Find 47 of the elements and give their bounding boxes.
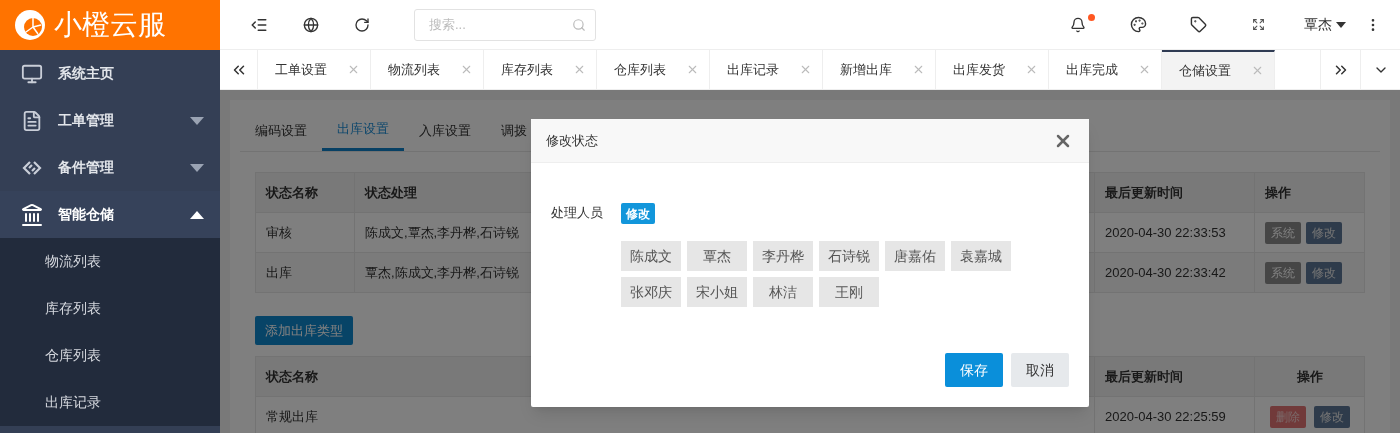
search-field[interactable]: 搜索... xyxy=(414,8,596,41)
palette-icon[interactable] xyxy=(1129,16,1147,33)
column-header: 最后更新时间 xyxy=(1094,172,1255,213)
user-menu[interactable]: 覃杰 xyxy=(1304,14,1346,35)
person-tag[interactable]: 陈成文 xyxy=(621,241,681,271)
caret-down-icon xyxy=(1336,21,1346,28)
person-tag[interactable]: 宋小姐 xyxy=(687,277,747,307)
submenu-item[interactable]: 库存列表 xyxy=(0,285,220,332)
person-tag[interactable]: 袁嘉城 xyxy=(951,241,1011,271)
settings-tab[interactable]: 编码设置 xyxy=(240,110,322,151)
submenu-item[interactable]: 物流列表 xyxy=(0,238,220,285)
sidebar-item[interactable]: 备件管理 xyxy=(0,144,220,191)
bell-icon[interactable] xyxy=(1070,16,1086,33)
person-tag[interactable]: 林洁 xyxy=(753,277,813,307)
submenu-item[interactable]: 仓库列表 xyxy=(0,332,220,379)
document-icon xyxy=(21,109,43,132)
sidebar-item[interactable]: 系统主页 xyxy=(0,50,220,97)
logo-icon xyxy=(14,9,46,41)
column-header: 最后更新时间 xyxy=(1094,356,1255,397)
bank-icon xyxy=(20,202,44,227)
sidebar-item[interactable]: 工单管理 xyxy=(0,97,220,144)
page-tab[interactable]: 仓储设置 xyxy=(1162,50,1275,89)
tag-icon[interactable] xyxy=(1189,16,1207,33)
table-cell: 2020-04-30 22:33:42 xyxy=(1094,252,1255,293)
logo-text: 小橙云服 xyxy=(54,11,166,39)
modal-title: 修改状态 xyxy=(546,131,598,150)
column-header: 操作 xyxy=(1254,172,1365,213)
person-tag[interactable]: 李丹桦 xyxy=(753,241,813,271)
table-cell: 2020-04-30 22:33:53 xyxy=(1094,212,1255,253)
person-tag[interactable]: 石诗锐 xyxy=(819,241,879,271)
cancel-button[interactable]: 取消 xyxy=(1011,353,1069,387)
fullscreen-icon[interactable] xyxy=(1251,18,1265,31)
refresh-icon[interactable] xyxy=(354,16,370,33)
person-tag[interactable]: 唐嘉佑 xyxy=(885,241,945,271)
column-header: 状态名称 xyxy=(255,172,355,213)
person-tag[interactable]: 张邓庆 xyxy=(621,277,681,307)
table-cell: 审核 xyxy=(255,212,355,253)
save-button[interactable]: 保存 xyxy=(945,353,1003,387)
diamond-link-icon xyxy=(21,159,43,176)
person-tag[interactable]: 王刚 xyxy=(819,277,879,307)
globe-icon[interactable] xyxy=(303,16,319,33)
monitor-icon xyxy=(21,62,43,85)
settings-tab[interactable]: 入库设置 xyxy=(404,110,486,151)
table-cell: 出库 xyxy=(255,252,355,293)
submenu-item[interactable]: 出库记录 xyxy=(0,379,220,426)
person-tag[interactable]: 覃杰 xyxy=(687,241,747,271)
column-header: 操作 xyxy=(1254,356,1365,397)
